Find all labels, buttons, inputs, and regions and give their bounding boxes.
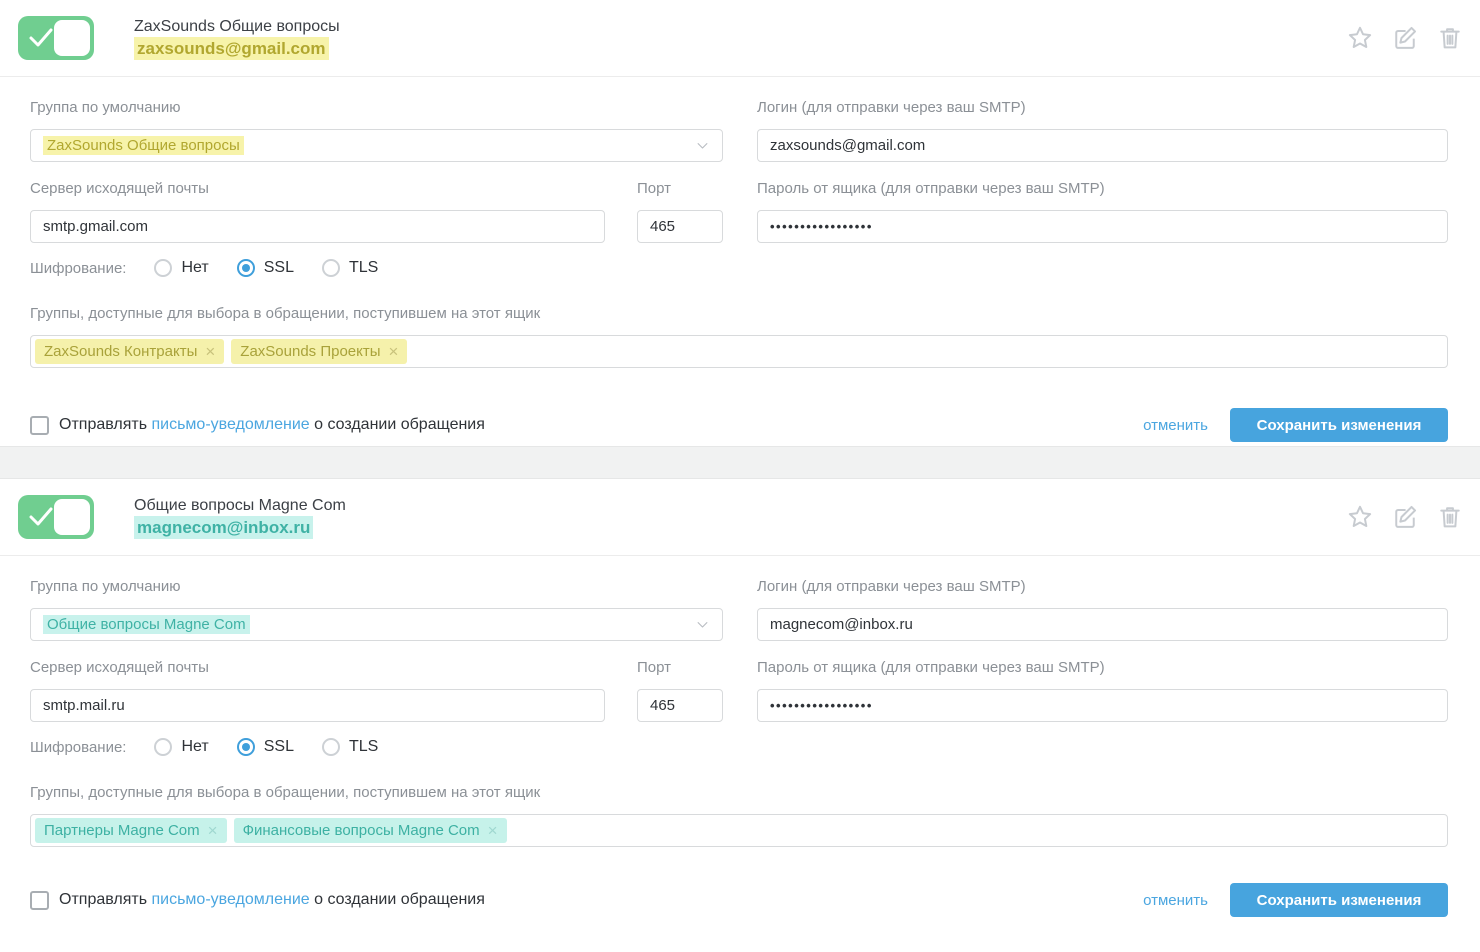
mailbox-panel-2: Общие вопросы Magne Com magnecom@inbox.r… [0,479,1480,947]
trash-icon [1436,24,1464,52]
login-input[interactable] [757,608,1448,641]
radio-circle [154,738,172,756]
encryption-radio-tls[interactable]: TLS [322,259,378,277]
radio-circle [154,259,172,277]
port-input[interactable] [637,210,723,243]
port-label: Порт [637,659,723,676]
remove-tag-icon[interactable]: × [488,822,498,839]
password-label: Пароль от ящика (для отправки через ваш … [757,659,1448,676]
default-group-select[interactable]: Общие вопросы Magne Com [30,608,723,641]
encryption-label: Шифрование: [30,739,126,756]
login-input[interactable] [757,129,1448,162]
cancel-button[interactable]: отменить [1143,417,1208,434]
password-input[interactable] [757,689,1448,722]
groups-tags-input[interactable]: ZaxSounds Контракты× ZaxSounds Проекты× [30,335,1448,368]
trash-icon [1436,503,1464,531]
edit-button[interactable] [1391,24,1419,52]
groups-label: Группы, доступные для выбора в обращении… [30,305,1448,322]
tag-chip: Партнеры Magne Com× [35,818,227,843]
check-icon [28,26,54,50]
star-icon [1346,503,1374,531]
notify-checkbox[interactable] [30,416,49,435]
cancel-button[interactable]: отменить [1143,892,1208,909]
star-icon [1346,24,1374,52]
default-group-label: Группа по умолчанию [30,99,723,116]
port-label: Порт [637,180,723,197]
favorite-star-button[interactable] [1346,24,1374,52]
default-group-value: Общие вопросы Magne Com [43,615,250,634]
notify-link[interactable]: письмо-уведомление [151,416,309,433]
server-label: Сервер исходящей почты [30,180,605,197]
radio-circle-checked [237,259,255,277]
port-input[interactable] [637,689,723,722]
delete-button[interactable] [1436,24,1464,52]
server-input[interactable] [30,210,605,243]
password-label: Пароль от ящика (для отправки через ваш … [757,180,1448,197]
encryption-label: Шифрование: [30,260,126,277]
radio-circle [322,738,340,756]
default-group-label: Группа по умолчанию [30,578,723,595]
section-divider [0,446,1480,479]
remove-tag-icon[interactable]: × [205,343,215,360]
radio-circle [322,259,340,277]
panel-header: ZaxSounds Общие вопросы zaxsounds@gmail.… [0,0,1480,77]
notify-text: Отправлять письмо-уведомление о создании… [59,891,485,909]
panel-email: magnecom@inbox.ru [134,516,313,539]
panel-title: Общие вопросы Magne Com [134,495,1346,516]
edit-pencil-icon [1391,24,1419,52]
groups-tags-input[interactable]: Партнеры Magne Com× Финансовые вопросы M… [30,814,1448,847]
enable-toggle[interactable] [18,495,94,539]
notify-checkbox[interactable] [30,891,49,910]
default-group-select[interactable]: ZaxSounds Общие вопросы [30,129,723,162]
save-button[interactable]: Сохранить изменения [1230,408,1448,442]
toggle-knob [54,499,90,535]
groups-label: Группы, доступные для выбора в обращении… [30,784,1448,801]
password-input[interactable] [757,210,1448,243]
edit-pencil-icon [1391,503,1419,531]
panel-header: Общие вопросы Magne Com magnecom@inbox.r… [0,479,1480,556]
edit-button[interactable] [1391,503,1419,531]
radio-circle-checked [237,738,255,756]
remove-tag-icon[interactable]: × [208,822,218,839]
tag-chip: ZaxSounds Проекты× [231,339,407,364]
panel-title: ZaxSounds Общие вопросы [134,16,1346,37]
enable-toggle[interactable] [18,16,94,60]
notify-link[interactable]: письмо-уведомление [151,891,309,908]
notify-text: Отправлять письмо-уведомление о создании… [59,416,485,434]
delete-button[interactable] [1436,503,1464,531]
remove-tag-icon[interactable]: × [389,343,399,360]
favorite-star-button[interactable] [1346,503,1374,531]
save-button[interactable]: Сохранить изменения [1230,883,1448,917]
tag-chip: Финансовые вопросы Magne Com× [234,818,507,843]
encryption-radio-tls[interactable]: TLS [322,738,378,756]
check-icon [28,505,54,529]
server-input[interactable] [30,689,605,722]
chevron-down-icon [695,138,710,153]
encryption-radio-ssl[interactable]: SSL [237,738,294,756]
tag-chip: ZaxSounds Контракты× [35,339,224,364]
toggle-knob [54,20,90,56]
encryption-radio-none[interactable]: Нет [154,259,208,277]
encryption-radio-none[interactable]: Нет [154,738,208,756]
panel-email: zaxsounds@gmail.com [134,37,329,60]
login-label: Логин (для отправки через ваш SMTP) [757,99,1448,116]
default-group-value: ZaxSounds Общие вопросы [43,136,244,155]
server-label: Сервер исходящей почты [30,659,605,676]
encryption-radio-ssl[interactable]: SSL [237,259,294,277]
mailbox-panel-1: ZaxSounds Общие вопросы zaxsounds@gmail.… [0,0,1480,446]
login-label: Логин (для отправки через ваш SMTP) [757,578,1448,595]
chevron-down-icon [695,617,710,632]
